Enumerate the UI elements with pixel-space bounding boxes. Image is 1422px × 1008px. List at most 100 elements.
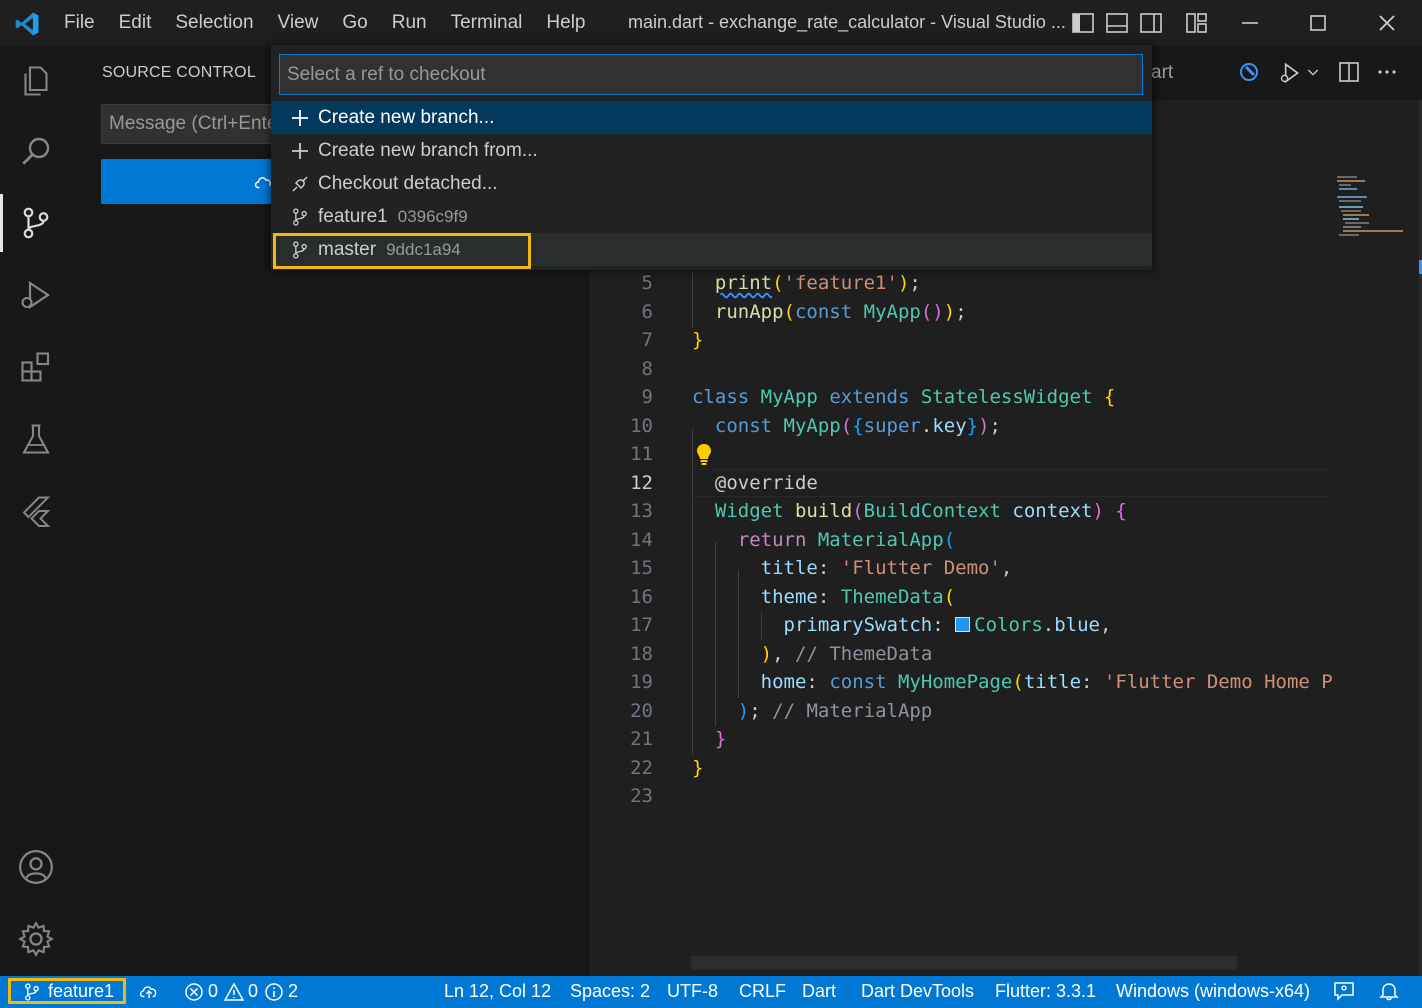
code-line: 16 theme: ThemeData( — [630, 586, 956, 608]
notifications-button[interactable] — [1379, 981, 1399, 1001]
item-label: feature1 — [318, 205, 388, 227]
item-label: master — [318, 238, 377, 260]
testing-button[interactable] — [0, 404, 72, 474]
create-new-branch-from-item[interactable]: Create new branch from... — [271, 134, 1152, 167]
create-new-branch-item[interactable]: Create new branch... — [271, 101, 1152, 134]
search-icon — [22, 137, 50, 165]
gear-icon — [18, 921, 54, 957]
explorer-button[interactable] — [0, 46, 72, 116]
sidebar-title: SOURCE CONTROL — [102, 64, 256, 81]
toggle-secondary-sidebar-icon[interactable] — [1139, 11, 1163, 35]
info-count: 2 — [288, 981, 299, 1001]
feedback-icon — [1334, 982, 1354, 1001]
info-icon — [265, 982, 283, 1001]
minimize-icon[interactable] — [1238, 11, 1262, 35]
vscode-logo-icon — [15, 12, 39, 36]
code-line: 9 class MyApp extends StatelessWidget { — [641, 386, 1116, 408]
menu-run[interactable]: Run — [392, 0, 427, 46]
code-line: 7} — [641, 329, 704, 351]
code-line: 23 — [630, 785, 653, 807]
manage-button[interactable] — [0, 904, 72, 974]
close-icon[interactable] — [1375, 11, 1399, 35]
branch-status[interactable]: feature1 — [22, 981, 114, 1002]
dart-devtools-button[interactable]: Dart DevTools — [861, 981, 974, 1002]
status-bar: feature1 0 0 2 Ln 12, Col 12 Spaces: 2 U… — [0, 976, 1422, 1008]
code-line: 15 title: 'Flutter Demo', — [630, 557, 1013, 579]
code-line: 22} — [630, 757, 704, 779]
code-line: 5 print('feature1'); — [641, 272, 921, 294]
run-debug-button[interactable] — [0, 260, 72, 330]
code-line: 20 ); // MaterialApp — [630, 700, 933, 722]
code-line: 14 return MaterialApp( — [630, 529, 956, 551]
extensions-button[interactable] — [0, 332, 72, 402]
branch-item-feature1[interactable]: feature1 0396c9f9 — [271, 200, 1152, 233]
split-editor-icon[interactable] — [1337, 60, 1361, 84]
code-line: 19 home: const MyHomePage(title: 'Flutte… — [630, 671, 1332, 693]
flutter-icon — [22, 496, 51, 527]
code-line: 6 runApp(const MyApp()); — [641, 301, 967, 323]
branch-name: feature1 — [48, 981, 115, 1001]
search-button[interactable] — [0, 116, 72, 186]
publish-branch-button[interactable] — [138, 981, 160, 1001]
source-control-button[interactable] — [0, 188, 72, 258]
activity-bar — [0, 46, 72, 976]
device-selector[interactable]: Windows (windows-x64) — [1116, 981, 1310, 1002]
indentation-status[interactable]: Spaces: 2 — [570, 981, 650, 1002]
cursor-position[interactable]: Ln 12, Col 12 — [444, 981, 551, 1002]
checkout-quick-pick: Create new branch... Create new branch f… — [271, 45, 1152, 270]
code-line: 8 — [641, 358, 653, 380]
item-commit-hash: 0396c9f9 — [397, 206, 468, 226]
accounts-button[interactable] — [0, 832, 72, 902]
beaker-icon — [22, 424, 50, 454]
lightbulb-icon[interactable] — [695, 443, 713, 465]
menu-file[interactable]: File — [64, 0, 95, 46]
git-branch-icon — [25, 982, 39, 1001]
checkout-detached-item[interactable]: Checkout detached... — [271, 167, 1152, 200]
source-control-icon — [23, 207, 49, 239]
plus-icon — [292, 109, 308, 126]
flutter-version[interactable]: Flutter: 3.3.1 — [995, 981, 1096, 1002]
menu-edit[interactable]: Edit — [119, 0, 152, 46]
minimap[interactable] — [1335, 100, 1417, 976]
extensions-icon — [21, 352, 50, 382]
ref-search-input[interactable] — [279, 54, 1143, 95]
customize-layout-icon[interactable] — [1185, 11, 1209, 35]
encoding-status[interactable]: UTF-8 — [667, 981, 718, 1002]
git-branch-icon — [293, 207, 307, 226]
toggle-primary-sidebar-icon[interactable] — [1071, 11, 1095, 35]
flutter-button[interactable] — [0, 476, 72, 546]
files-icon — [24, 66, 48, 96]
more-actions-icon[interactable] — [1375, 60, 1399, 84]
code-line: 10 const MyApp({super.key}); — [630, 415, 1001, 437]
menu-terminal[interactable]: Terminal — [451, 0, 523, 46]
maximize-icon[interactable] — [1306, 11, 1330, 35]
feedback-button[interactable] — [1333, 981, 1355, 1001]
menu-bar: File Edit Selection View Go Run Terminal… — [64, 0, 610, 46]
menu-go[interactable]: Go — [342, 0, 367, 46]
item-label: Create new branch... — [318, 106, 495, 128]
error-icon — [185, 982, 203, 1001]
horizontal-scrollbar[interactable] — [691, 956, 1237, 970]
menu-help[interactable]: Help — [546, 0, 585, 46]
warning-icon — [224, 981, 245, 1001]
code-line: 21 } — [630, 728, 727, 750]
branch-item-master[interactable]: master 9ddc1a94 — [271, 233, 1152, 266]
debug-disconnect-icon — [292, 175, 308, 192]
current-code-line: 12 @override — [591, 469, 1332, 497]
menu-view[interactable]: View — [278, 0, 319, 46]
toggle-panel-icon[interactable] — [1105, 11, 1129, 35]
cloud-upload-icon — [140, 986, 157, 999]
item-commit-hash: 9ddc1a94 — [386, 239, 461, 259]
plus-icon — [292, 142, 308, 159]
color-swatch[interactable] — [955, 617, 971, 632]
error-count: 0 — [208, 981, 219, 1001]
language-mode[interactable]: Dart — [802, 981, 836, 1002]
code-line: 17 primarySwatch: Colors.blue, — [630, 614, 1112, 636]
warning-count: 0 — [248, 981, 259, 1001]
eol-status[interactable]: CRLF — [739, 981, 786, 1002]
code-line: 11 — [591, 440, 1332, 468]
title-bar: File Edit Selection View Go Run Terminal… — [0, 0, 1422, 46]
menu-selection[interactable]: Selection — [175, 0, 253, 46]
problems-status[interactable]: 0 0 2 — [184, 981, 298, 1002]
window-title: main.dart - exchange_rate_calculator - V… — [628, 12, 1066, 32]
